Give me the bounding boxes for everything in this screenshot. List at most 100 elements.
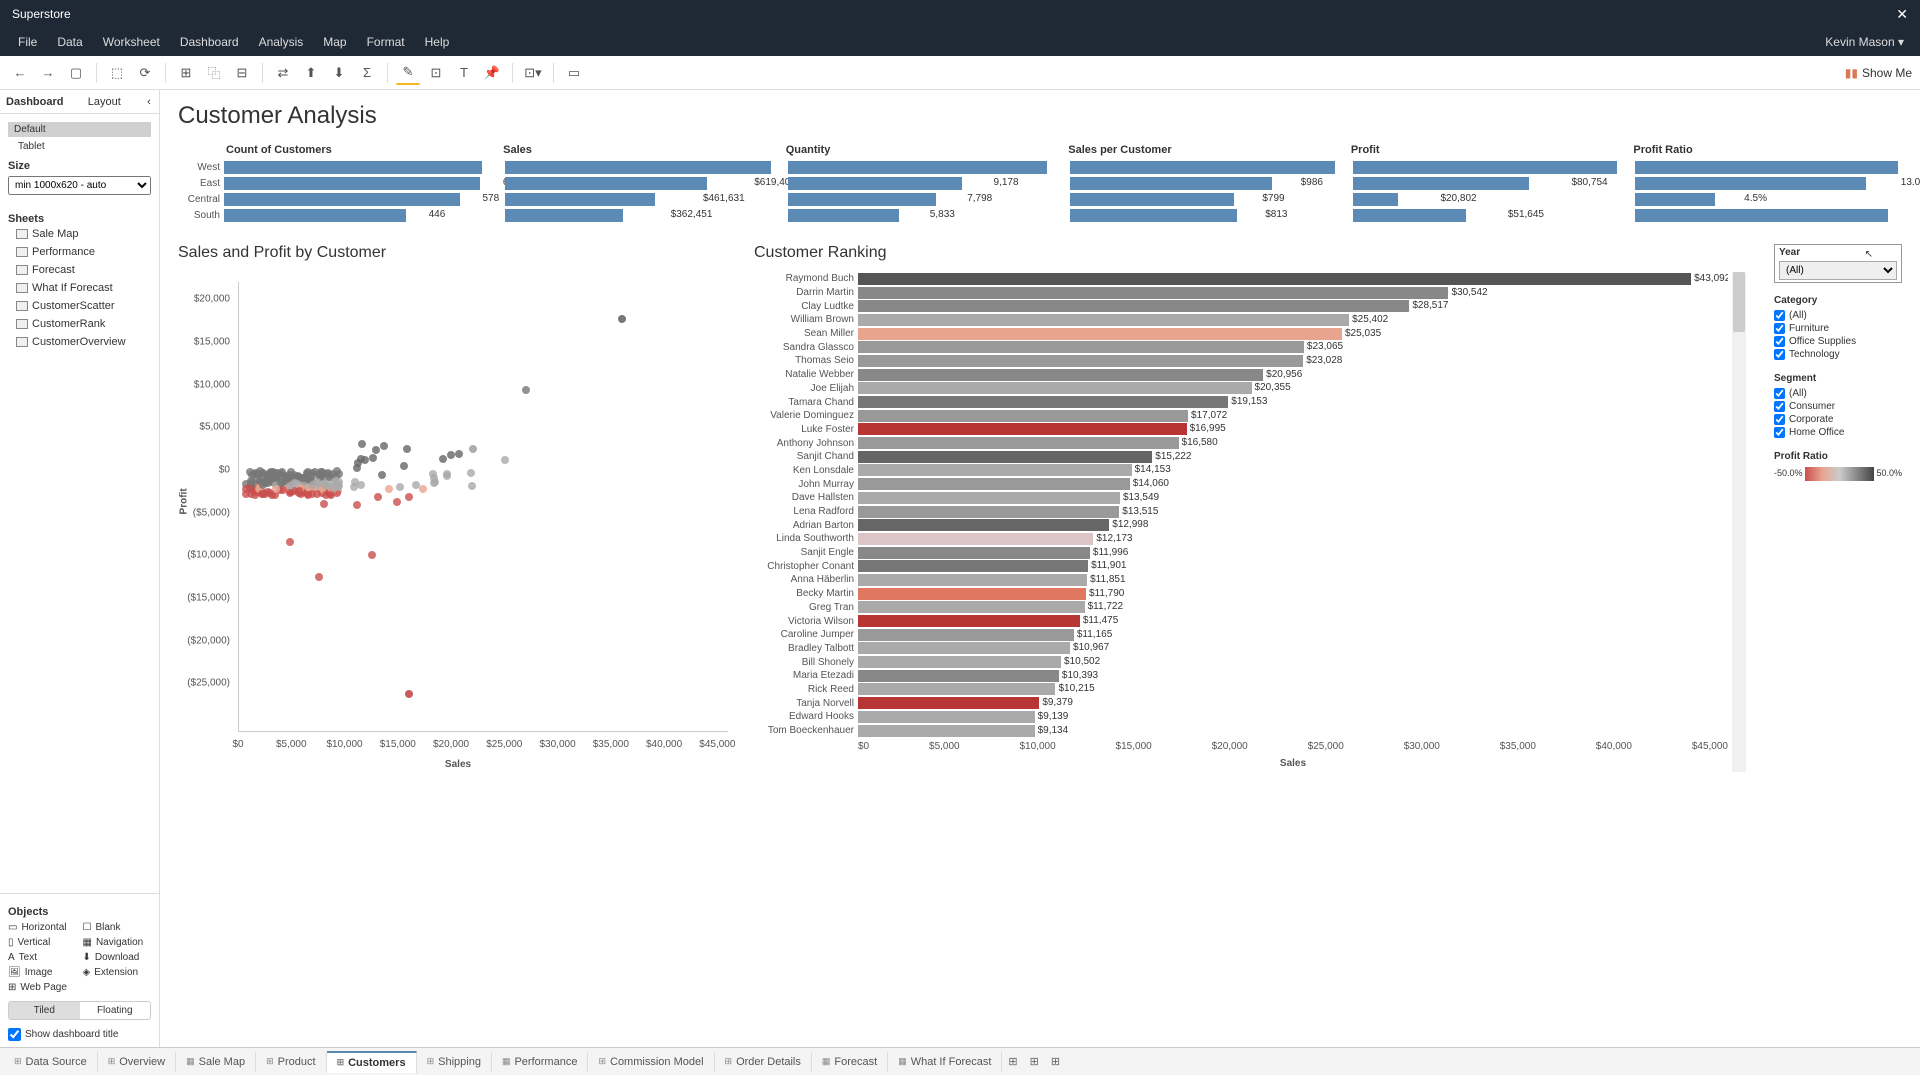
scatter-point[interactable] bbox=[253, 470, 261, 478]
ranking-row[interactable]: Sanjit Chand$15,222 bbox=[754, 450, 1728, 464]
ranking-row[interactable]: Tamara Chand$19,153 bbox=[754, 395, 1728, 409]
ranking-chart[interactable]: Raymond Buch$43,092Darrin Martin$30,542C… bbox=[754, 272, 1746, 772]
ranking-row[interactable]: William Brown$25,402 bbox=[754, 313, 1728, 327]
ranking-row[interactable]: Anthony Johnson$16,580 bbox=[754, 436, 1728, 450]
ranking-row[interactable]: Dave Hallsten$13,549 bbox=[754, 491, 1728, 505]
ranking-row[interactable]: Sean Miller$25,035 bbox=[754, 327, 1728, 341]
menu-analysis[interactable]: Analysis bbox=[249, 31, 314, 53]
scatter-point[interactable] bbox=[368, 551, 376, 559]
scatter-point[interactable] bbox=[357, 455, 365, 463]
tab-dashboard[interactable]: Dashboard bbox=[0, 90, 70, 113]
collapse-panel-icon[interactable]: ‹ bbox=[139, 90, 159, 113]
tiled-toggle[interactable]: Tiled bbox=[9, 1002, 80, 1019]
scatter-point[interactable] bbox=[295, 487, 303, 495]
ranking-row[interactable]: John Murray$14,060 bbox=[754, 477, 1728, 491]
ranking-row[interactable]: Ken Lonsdale$14,153 bbox=[754, 464, 1728, 478]
fix-icon[interactable]: 📌 bbox=[480, 61, 504, 85]
ranking-row[interactable]: Natalie Webber$20,956 bbox=[754, 368, 1728, 382]
kpi-count-of-customers[interactable]: Count of CustomersWest633East628Central5… bbox=[178, 144, 489, 224]
sheet-sale-map[interactable]: Sale Map bbox=[8, 225, 151, 243]
scatter-point[interactable] bbox=[400, 462, 408, 470]
scatter-point[interactable] bbox=[350, 483, 358, 491]
totals-icon[interactable]: Σ bbox=[355, 61, 379, 85]
kpi-sales-per-customer[interactable]: Sales per Customer$1,291$986$799$813 bbox=[1066, 144, 1337, 224]
ranking-row[interactable]: Adrian Barton$12,998 bbox=[754, 518, 1728, 532]
scatter-point[interactable] bbox=[455, 450, 463, 458]
wstab-commission-model[interactable]: ⊞Commission Model bbox=[588, 1052, 714, 1072]
object-blank[interactable]: ☐Blank bbox=[83, 922, 152, 933]
object-text[interactable]: AText bbox=[8, 952, 77, 963]
scatter-point[interactable] bbox=[439, 455, 447, 463]
scatter-point[interactable] bbox=[522, 386, 530, 394]
kpi-profit[interactable]: Profit$120,978$80,754$20,802$51,645 bbox=[1349, 144, 1620, 224]
category-check-office-supplies[interactable]: Office Supplies bbox=[1774, 335, 1902, 348]
wstab-customers[interactable]: ⊞Customers bbox=[327, 1051, 417, 1073]
scatter-point[interactable] bbox=[322, 491, 330, 499]
scatter-point[interactable] bbox=[385, 485, 393, 493]
wstab-sale-map[interactable]: ▦Sale Map bbox=[176, 1052, 256, 1072]
floating-toggle[interactable]: Floating bbox=[80, 1002, 151, 1019]
ranking-row[interactable]: Anna Häberlin$11,851 bbox=[754, 573, 1728, 587]
new-data-icon[interactable]: ⬚ bbox=[105, 61, 129, 85]
scatter-point[interactable] bbox=[419, 485, 427, 493]
ranking-row[interactable]: Sanjit Engle$11,996 bbox=[754, 546, 1728, 560]
sort-desc-icon[interactable]: ⬇ bbox=[327, 61, 351, 85]
segment-check-corporate[interactable]: Corporate bbox=[1774, 413, 1902, 426]
ranking-row[interactable]: Greg Tran$11,722 bbox=[754, 601, 1728, 615]
scatter-point[interactable] bbox=[372, 446, 380, 454]
scatter-point[interactable] bbox=[333, 467, 341, 475]
menu-format[interactable]: Format bbox=[357, 31, 415, 53]
scatter-point[interactable] bbox=[393, 498, 401, 506]
category-check-furniture[interactable]: Furniture bbox=[1774, 322, 1902, 335]
scatter-point[interactable] bbox=[405, 690, 413, 698]
clear-icon[interactable]: ⊟ bbox=[230, 61, 254, 85]
group-icon[interactable]: ⊡ bbox=[424, 61, 448, 85]
menu-dashboard[interactable]: Dashboard bbox=[170, 31, 249, 53]
ranking-row[interactable]: Tanja Norvell$9,379 bbox=[754, 696, 1728, 710]
scatter-point[interactable] bbox=[468, 482, 476, 490]
ranking-row[interactable]: Joe Elijah$20,355 bbox=[754, 382, 1728, 396]
duplicate-icon[interactable]: ⿻ bbox=[202, 61, 226, 85]
forward-icon[interactable]: → bbox=[36, 61, 60, 85]
ranking-row[interactable]: Bradley Talbott$10,967 bbox=[754, 642, 1728, 656]
wstab-forecast[interactable]: ▦Forecast bbox=[812, 1052, 888, 1072]
ranking-row[interactable]: Christopher Conant$11,901 bbox=[754, 559, 1728, 573]
ranking-row[interactable]: Caroline Jumper$11,165 bbox=[754, 628, 1728, 642]
object-download[interactable]: ⬇Download bbox=[83, 952, 152, 963]
scatter-point[interactable] bbox=[286, 489, 294, 497]
segment-check-home-office[interactable]: Home Office bbox=[1774, 426, 1902, 439]
scatter-point[interactable] bbox=[246, 484, 254, 492]
tab-layout[interactable]: Layout bbox=[70, 90, 140, 113]
presentation-icon[interactable]: ▭ bbox=[562, 61, 586, 85]
kpi-quantity[interactable]: Quantity13,6179,1787,7985,833 bbox=[784, 144, 1055, 224]
ranking-row[interactable]: Edward Hooks$9,139 bbox=[754, 710, 1728, 724]
new-sheet-icon[interactable]: ⊞ bbox=[174, 61, 198, 85]
scatter-point[interactable] bbox=[374, 493, 382, 501]
object-horizontal[interactable]: ▭Horizontal bbox=[8, 922, 77, 933]
scatter-point[interactable] bbox=[380, 442, 388, 450]
sheet-customerrank[interactable]: CustomerRank bbox=[8, 315, 151, 333]
scatter-point[interactable] bbox=[469, 445, 477, 453]
scatter-point[interactable] bbox=[324, 469, 332, 477]
ranking-row[interactable]: Lena Radford$13,515 bbox=[754, 505, 1728, 519]
scatter-point[interactable] bbox=[618, 315, 626, 323]
sheet-customeroverview[interactable]: CustomerOverview bbox=[8, 333, 151, 351]
sheet-customerscatter[interactable]: CustomerScatter bbox=[8, 297, 151, 315]
year-select[interactable]: (All) bbox=[1779, 261, 1897, 280]
ranking-row[interactable]: Valerie Dominguez$17,072 bbox=[754, 409, 1728, 423]
category-check-technology[interactable]: Technology bbox=[1774, 348, 1902, 361]
ranking-row[interactable]: Clay Ludtke$28,517 bbox=[754, 299, 1728, 313]
dashboard-canvas[interactable]: Customer Analysis Count of CustomersWest… bbox=[160, 90, 1920, 1047]
sheet-performance[interactable]: Performance bbox=[8, 243, 151, 261]
ranking-row[interactable]: Sandra Glassco$23,065 bbox=[754, 340, 1728, 354]
sheet-forecast[interactable]: Forecast bbox=[8, 261, 151, 279]
ranking-row[interactable]: Linda Southworth$12,173 bbox=[754, 532, 1728, 546]
object-image[interactable]: 🖼Image bbox=[8, 967, 77, 978]
ranking-row[interactable]: Rick Reed$10,215 bbox=[754, 683, 1728, 697]
scrollbar-thumb[interactable] bbox=[1733, 272, 1745, 332]
wstab-overview[interactable]: ⊞Overview bbox=[98, 1052, 176, 1072]
wstab-what-if-forecast[interactable]: ▦What If Forecast bbox=[888, 1052, 1002, 1072]
scatter-point[interactable] bbox=[320, 500, 328, 508]
scatter-point[interactable] bbox=[443, 470, 451, 478]
sort-asc-icon[interactable]: ⬆ bbox=[299, 61, 323, 85]
